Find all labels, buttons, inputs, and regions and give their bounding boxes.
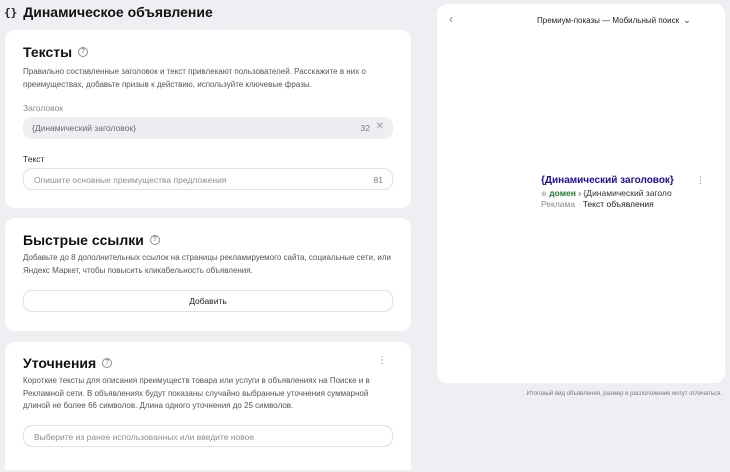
preview-footnote: Итоговый вид объявления, размер и распол…: [526, 391, 722, 397]
dynamic-ad-icon: {}: [4, 5, 18, 19]
texts-title: Тексты: [23, 44, 73, 60]
more-options-icon[interactable]: ⋮: [696, 176, 705, 185]
page-header: {} Динамическое объявление: [4, 2, 213, 22]
chevron-left-icon[interactable]: ‹: [449, 12, 453, 26]
ad-text-field[interactable]: Опишите основные преимущества предложени…: [23, 168, 393, 190]
chevron-down-icon: ⌄: [683, 15, 691, 25]
text-label: Текст: [23, 154, 45, 164]
refinements-description: Короткие тексты для описания преимуществ…: [23, 376, 370, 410]
quick-links-description: Добавьте до 8 дополнительных ссылок на с…: [23, 253, 392, 275]
refinements-heading: Уточнения ?: [23, 355, 113, 371]
add-quick-links-button[interactable]: Добавить: [23, 290, 393, 312]
refinements-placeholder: Выберите из ранее использованных или вве…: [34, 432, 255, 442]
ad-preview-panel: ‹ Премиум-показы — Мобильный поиск ⌄ {Ди…: [437, 4, 725, 383]
close-icon[interactable]: ✕: [376, 121, 384, 132]
headline-char-counter: 32: [360, 123, 370, 133]
quick-links-heading: Быстрые ссылки ?: [23, 232, 160, 248]
ad-preview-path: {Динамический заголо: [583, 188, 672, 198]
help-icon[interactable]: ?: [149, 235, 160, 245]
globe-icon: ⊕: [541, 191, 547, 198]
more-options-icon[interactable]: ⋮: [377, 356, 387, 366]
quick-links-title: Быстрые ссылки: [23, 232, 144, 248]
headline-value: {Динамический заголовок}: [32, 123, 136, 133]
refinements-title: Уточнения: [23, 355, 97, 371]
ad-preview: {Динамический заголовок} ⊕ домен › {Дина…: [541, 175, 717, 209]
ad-preview-meta: Реклама · Текст объявления: [541, 199, 717, 209]
quick-links-card: Быстрые ссылки ? Добавьте до 8 дополните…: [5, 218, 411, 331]
refinements-card: Уточнения ? ⋮ Короткие тексты для описан…: [5, 342, 411, 470]
ad-preview-domain: домен: [549, 188, 576, 198]
ad-text-placeholder: Опишите основные преимущества предложени…: [34, 175, 227, 185]
refinements-input[interactable]: Выберите из ранее использованных или вве…: [23, 425, 393, 447]
headline-label: Заголовок: [23, 103, 63, 113]
texts-description: Правильно составленные заголовок и текст…: [23, 67, 366, 89]
headline-field[interactable]: {Динамический заголовок} 32 ✕: [23, 117, 393, 139]
ad-text-char-counter: 81: [373, 175, 383, 185]
texts-heading: Тексты ?: [23, 44, 89, 60]
help-icon[interactable]: ?: [78, 47, 89, 57]
ad-preview-title[interactable]: {Динамический заголовок}: [541, 175, 717, 186]
help-icon[interactable]: ?: [102, 358, 113, 368]
texts-card: Тексты ? Правильно составленные заголово…: [5, 30, 411, 208]
preview-format-selector[interactable]: Премиум-показы — Мобильный поиск ⌄: [537, 15, 691, 26]
meta-separator: ·: [577, 199, 581, 209]
ad-preview-text: Текст объявления: [582, 199, 654, 209]
preview-format-label: Премиум-показы — Мобильный поиск: [537, 16, 680, 25]
ad-preview-url: ⊕ домен › {Динамический заголо: [541, 188, 717, 198]
page-title: Динамическое объявление: [23, 4, 213, 20]
url-separator: ›: [578, 188, 582, 198]
ad-label: Реклама: [541, 199, 576, 209]
